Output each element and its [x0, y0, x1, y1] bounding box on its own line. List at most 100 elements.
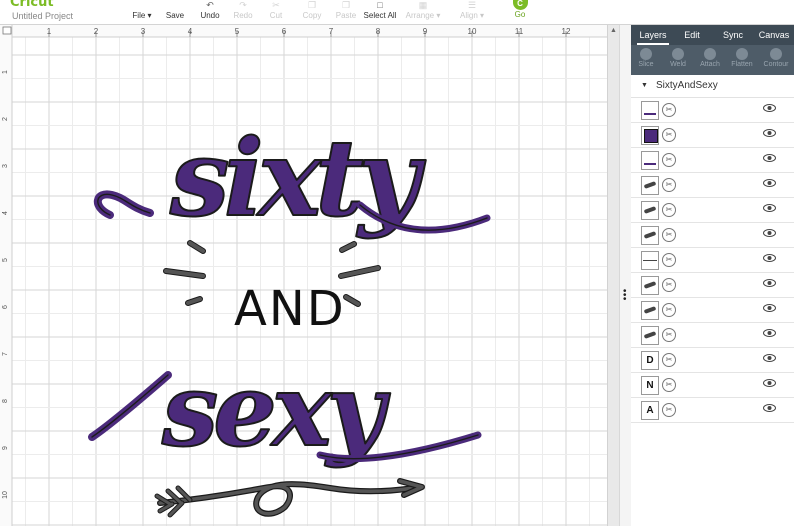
layer-row[interactable]: ✂	[631, 148, 794, 173]
layer-row[interactable]: N ✂	[631, 373, 794, 398]
align-icon: ☰	[467, 0, 477, 10]
layer-group-header[interactable]: ▼ SixtyAndSexy	[631, 75, 794, 98]
layer-thumbnail	[641, 276, 659, 295]
layer-thumbnail	[641, 226, 659, 245]
layer-row[interactable]: ✂	[631, 248, 794, 273]
design-canvas[interactable]: 1 2 3 4 5 6 7 8 9 10 11 12 1 2 3 4 5 6 7 8 9 10 sixty AND	[0, 25, 607, 526]
visibility-eye-icon[interactable]	[763, 279, 776, 287]
top-toolbar: Cricut Untitled Project File ▾ Save ↶ Un…	[0, 0, 794, 25]
ruler-label: 6	[2, 305, 9, 309]
layer-thumbnail	[641, 151, 659, 170]
layer-row[interactable]: ✂	[631, 98, 794, 123]
layer-cut-type-icon[interactable]: ✂	[662, 178, 676, 192]
layer-cut-type-icon[interactable]: ✂	[662, 203, 676, 217]
ruler-label: 1	[47, 27, 52, 36]
layer-cut-type-icon[interactable]: ✂	[662, 353, 676, 367]
layer-thumbnail	[641, 251, 659, 270]
ruler-label: 8	[376, 27, 381, 36]
layer-thumbnail	[641, 301, 659, 320]
go-badge: C	[512, 0, 528, 10]
ruler-label: 9	[2, 446, 9, 450]
layer-list: ✂ ✂ ✂ ✂ ✂ ✂ ✂ ✂ ✂ ✂ D ✂ N ✂ A ✂	[631, 98, 794, 423]
tab-layers[interactable]: Layers	[637, 25, 669, 45]
layer-cut-type-icon[interactable]: ✂	[662, 403, 676, 417]
project-name[interactable]: Untitled Project	[12, 11, 73, 21]
visibility-eye-icon[interactable]	[763, 379, 776, 387]
layer-cut-type-icon[interactable]: ✂	[662, 103, 676, 117]
layer-row[interactable]: ✂	[631, 298, 794, 323]
visibility-eye-icon[interactable]	[763, 204, 776, 212]
canvas-svg: 1 2 3 4 5 6 7 8 9 10 11 12 12345678910 sixty AND	[0, 25, 607, 526]
flatten-button[interactable]: Flatten	[727, 47, 757, 68]
go-button[interactable]: C Go	[510, 0, 530, 19]
caret-down-icon[interactable]: ▼	[641, 75, 648, 97]
layer-row[interactable]: D ✂	[631, 348, 794, 373]
design-sixty[interactable]: sixty	[93, 114, 491, 241]
ruler-label: 10	[2, 491, 9, 499]
layer-row[interactable]: A ✂	[631, 398, 794, 423]
layer-cut-type-icon[interactable]: ✂	[662, 328, 676, 342]
layer-row[interactable]: ✂	[631, 198, 794, 223]
layer-cut-type-icon[interactable]: ✂	[662, 153, 676, 167]
layer-cut-type-icon[interactable]: ✂	[662, 128, 676, 142]
group-name: SixtyAndSexy	[656, 80, 718, 91]
visibility-eye-icon[interactable]	[763, 179, 776, 187]
attach-button[interactable]: Attach	[695, 47, 725, 68]
layer-row[interactable]: ✂	[631, 123, 794, 148]
visibility-eye-icon[interactable]	[763, 229, 776, 237]
ruler-label: 1	[2, 70, 9, 74]
weld-icon	[672, 48, 684, 60]
tab-sync[interactable]: Sync	[719, 25, 747, 45]
weld-button[interactable]: Weld	[663, 47, 693, 68]
layer-thumbnail: D	[641, 351, 659, 370]
contour-icon	[770, 48, 782, 60]
layer-tools: Slice Weld Attach Flatten Contour	[631, 45, 794, 75]
visibility-eye-icon[interactable]	[763, 329, 776, 337]
layer-thumbnail	[641, 126, 659, 145]
tab-edit[interactable]: Edit	[678, 25, 706, 45]
ruler-label: 11	[515, 27, 524, 36]
ruler-corner-icon[interactable]	[2, 26, 12, 35]
ruler-label: 3	[141, 27, 146, 36]
visibility-eye-icon[interactable]	[763, 254, 776, 262]
ruler-label: 6	[282, 27, 287, 36]
slice-button[interactable]: Slice	[631, 47, 661, 68]
ruler-label: 10	[468, 27, 477, 36]
visibility-eye-icon[interactable]	[763, 404, 776, 412]
layer-row[interactable]: ✂	[631, 323, 794, 348]
visibility-eye-icon[interactable]	[763, 129, 776, 137]
layer-thumbnail	[641, 101, 659, 120]
layer-cut-type-icon[interactable]: ✂	[662, 303, 676, 317]
ruler-label: 2	[94, 27, 99, 36]
attach-icon	[704, 48, 716, 60]
layer-thumbnail: A	[641, 401, 659, 420]
design-arrow[interactable]	[154, 478, 425, 518]
tab-canvas[interactable]: Canvas	[757, 25, 791, 45]
layer-row[interactable]: ✂	[631, 273, 794, 298]
panel-tabs: Layers Edit Sync Canvas	[631, 25, 794, 45]
slice-icon	[640, 48, 652, 60]
visibility-eye-icon[interactable]	[763, 304, 776, 312]
layer-cut-type-icon[interactable]: ✂	[662, 278, 676, 292]
layer-cut-type-icon[interactable]: ✂	[662, 378, 676, 392]
contour-button[interactable]: Contour	[759, 47, 793, 68]
layer-cut-type-icon[interactable]: ✂	[662, 253, 676, 267]
design-sexy[interactable]: sexy	[88, 350, 482, 470]
visibility-eye-icon[interactable]	[763, 154, 776, 162]
ruler-label: 8	[2, 399, 9, 403]
visibility-eye-icon[interactable]	[763, 104, 776, 112]
visibility-eye-icon[interactable]	[763, 354, 776, 362]
layers-panel: Layers Edit Sync Canvas Slice Weld Attac…	[631, 25, 794, 526]
cricut-logo: Cricut	[10, 0, 54, 10]
layer-row[interactable]: ✂	[631, 223, 794, 248]
scroll-up-arrow-icon[interactable]: ▲	[610, 27, 617, 34]
layer-row[interactable]: ✂	[631, 173, 794, 198]
sexy-text: sexy	[161, 351, 391, 469]
and-text[interactable]: AND	[234, 281, 346, 337]
layer-cut-type-icon[interactable]: ✂	[662, 228, 676, 242]
flatten-icon	[736, 48, 748, 60]
align-menu-button[interactable]: ☰ Align ▾	[442, 0, 502, 24]
layer-thumbnail: N	[641, 376, 659, 395]
ruler-label: 9	[423, 27, 428, 36]
ruler-label: 7	[329, 27, 334, 36]
